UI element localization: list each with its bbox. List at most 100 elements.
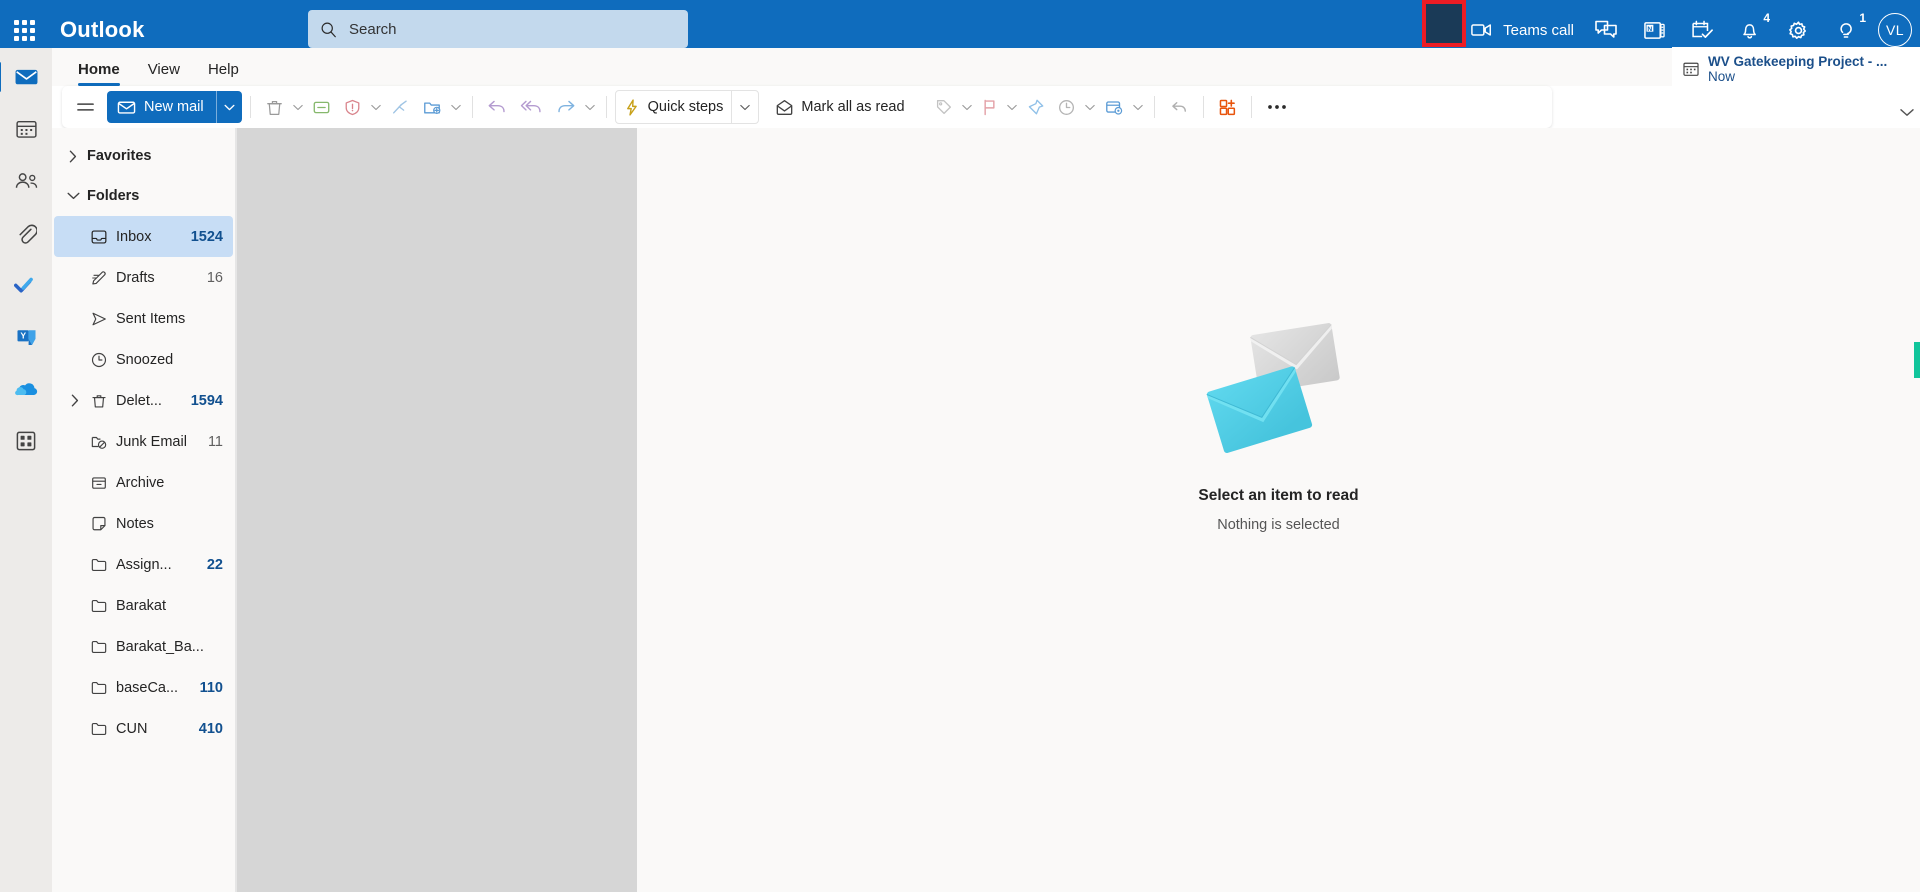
mark-all-as-read-button[interactable]: Mark all as read (769, 91, 910, 123)
sweep-button[interactable] (384, 91, 416, 123)
chevron-down-icon (450, 104, 461, 110)
yammer-viva-icon: Y (16, 329, 36, 345)
snooze-button[interactable] (1051, 91, 1082, 123)
move-to-button[interactable] (416, 91, 448, 123)
folder-count: 110 (199, 679, 223, 696)
quick-steps-button[interactable]: Quick steps (616, 91, 732, 123)
folder-item-assign[interactable]: Assign... 22 (54, 544, 233, 585)
toolbar-divider (605, 96, 607, 118)
tab-home[interactable]: Home (64, 61, 134, 86)
reading-pane: Select an item to read Nothing is select… (637, 128, 1920, 892)
message-list-pane[interactable] (237, 128, 637, 892)
rules-icon (1105, 100, 1122, 115)
folder-label: Inbox (116, 228, 152, 245)
notification-toast[interactable]: WV Gatekeeping Project - ... Now (1672, 47, 1920, 91)
svg-text:N: N (1647, 25, 1652, 32)
folder-item-archive[interactable]: Archive (54, 462, 233, 503)
folder-group-favorites[interactable]: Favorites (52, 136, 235, 176)
more-options-icon (1267, 105, 1286, 109)
flag-button[interactable] (975, 91, 1004, 123)
archive-button[interactable] (306, 91, 337, 123)
pin-button[interactable] (1020, 91, 1051, 123)
folder-item-notes[interactable]: Notes (54, 503, 233, 544)
pin-icon (1028, 99, 1043, 114)
forward-button[interactable] (549, 91, 582, 123)
rules-dropdown[interactable] (1130, 104, 1146, 111)
folder-label: Delet... (116, 392, 162, 409)
folder-label: Notes (116, 515, 154, 532)
toggle-folder-pane-button[interactable] (70, 91, 101, 123)
undo-icon (1171, 101, 1186, 112)
folder-item-snoozed[interactable]: Snoozed (54, 339, 233, 380)
folder-label: baseCa... (116, 679, 179, 696)
svg-text:Y: Y (20, 330, 26, 340)
rail-item-files[interactable] (6, 216, 46, 250)
snooze-dropdown[interactable] (1082, 104, 1098, 111)
categorize-button[interactable] (928, 91, 959, 123)
folder-item-baseca[interactable]: baseCa... 110 (54, 667, 233, 708)
drafts-icon (86, 269, 112, 287)
move-to-dropdown[interactable] (448, 104, 464, 111)
tab-view[interactable]: View (134, 61, 194, 86)
inbox-icon (86, 228, 112, 246)
folder-count: 11 (207, 433, 223, 450)
chevron-right-icon (62, 150, 84, 163)
rail-item-mail[interactable] (0, 60, 46, 94)
right-edge-scroll-thumb[interactable] (1914, 342, 1920, 378)
apps-add-icon (1219, 99, 1235, 115)
archive-icon (313, 101, 330, 113)
quick-steps-dropdown[interactable] (732, 104, 758, 111)
rail-item-yammer[interactable]: Y (6, 320, 46, 354)
forward-dropdown[interactable] (582, 104, 598, 111)
folder-item-barakat[interactable]: Barakat (54, 585, 233, 626)
rules-button[interactable] (1098, 91, 1130, 123)
tab-help[interactable]: Help (194, 61, 253, 86)
folder-pane: Favorites Folders Inbox 1524 Drafts 16 S… (52, 128, 235, 892)
delete-button[interactable] (259, 91, 290, 123)
settings-gear-icon (1788, 20, 1806, 39)
rail-item-calendar[interactable] (6, 112, 46, 146)
folder-item-barakat-ba[interactable]: Barakat_Ba... (54, 626, 233, 667)
folder-item-cun[interactable]: CUN 410 (54, 708, 233, 749)
notes-icon (86, 515, 112, 533)
rail-item-apps[interactable] (6, 424, 46, 458)
new-mail-label: New mail (144, 99, 204, 115)
new-mail-button[interactable]: New mail (107, 91, 242, 123)
folder-item-drafts[interactable]: Drafts 16 (54, 257, 233, 298)
new-mail-dropdown-button[interactable] (215, 91, 242, 123)
folder-label: Sent Items (116, 310, 186, 327)
toolbar-divider (471, 96, 473, 118)
delete-dropdown[interactable] (290, 104, 306, 111)
chevron-right-icon[interactable] (64, 394, 86, 407)
quick-steps-group: Quick steps (614, 90, 760, 124)
undo-button[interactable] (1163, 91, 1195, 123)
notification-time: Now (1708, 69, 1736, 84)
tips-badge: 1 (1859, 11, 1866, 25)
reply-all-button[interactable] (514, 91, 549, 123)
todo-check-icon (13, 277, 33, 293)
flag-dropdown[interactable] (1004, 104, 1020, 111)
folder-group-label: Folders (87, 188, 140, 204)
snoozed-icon (86, 351, 112, 369)
search-box[interactable] (308, 10, 688, 48)
report-dropdown[interactable] (368, 104, 384, 111)
teams-call-label: Teams call (1503, 21, 1574, 39)
folder-group-folders[interactable]: Folders (52, 176, 235, 216)
search-input[interactable] (349, 20, 676, 38)
apps-grid-icon (16, 431, 36, 451)
rail-item-todo[interactable] (6, 268, 46, 302)
folder-item-junk-email[interactable]: Junk Email 11 (54, 421, 233, 462)
reply-button[interactable] (481, 91, 514, 123)
folder-icon (86, 720, 112, 738)
categorize-dropdown[interactable] (959, 104, 975, 111)
apps-button[interactable] (1212, 91, 1243, 123)
more-options-button[interactable] (1260, 91, 1294, 123)
report-button[interactable] (337, 91, 368, 123)
todo-icon (1691, 20, 1713, 38)
rail-item-onedrive[interactable] (6, 372, 46, 406)
rail-item-people[interactable] (6, 164, 46, 198)
collapse-ribbon-button[interactable] (1900, 104, 1914, 122)
folder-item-inbox[interactable]: Inbox 1524 (54, 216, 233, 257)
folder-item-sent-items[interactable]: Sent Items (54, 298, 233, 339)
folder-item-deleted-items[interactable]: Delet... 1594 (54, 380, 233, 421)
